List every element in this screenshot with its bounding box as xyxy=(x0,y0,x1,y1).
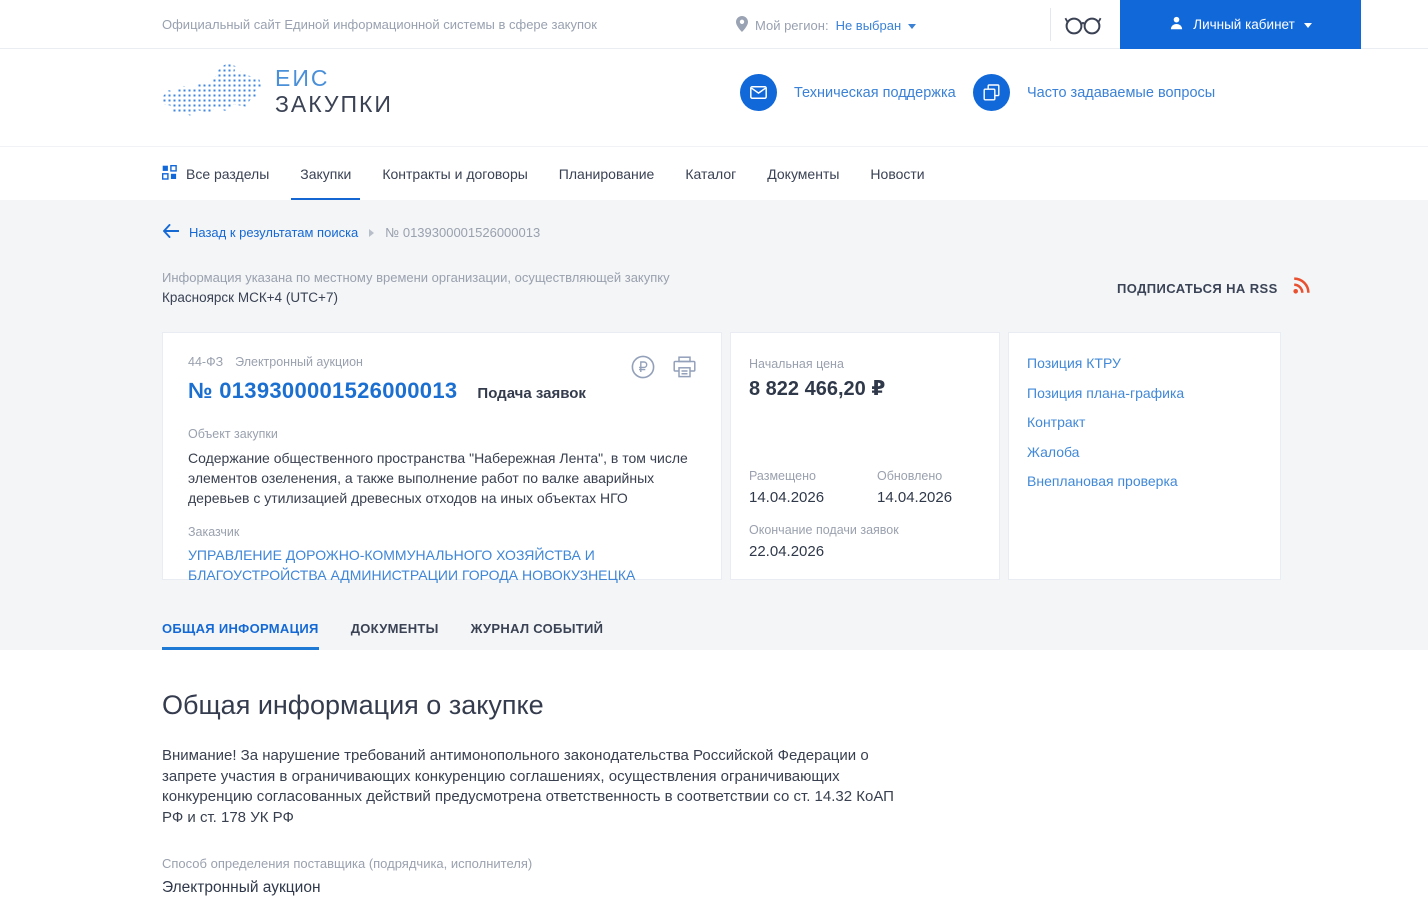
nav-items: Все разделы Закупки Контракты и договоры… xyxy=(161,147,925,201)
page-title: Общая информация о закупке xyxy=(162,690,544,720)
deadline-date: 22.04.2026 xyxy=(749,543,825,560)
tab-documents[interactable]: ДОКУМЕНТЫ xyxy=(351,606,439,650)
deadline-block: Окончание подачи заявок 22.04.2026 xyxy=(749,523,899,560)
back-to-results-link[interactable]: Назад к результатам поиска xyxy=(162,224,358,241)
purchase-number: № 0139300001526000013 xyxy=(188,378,458,403)
faq-link[interactable]: Часто задаваемые вопросы xyxy=(973,74,1215,111)
tech-support-link[interactable]: Техническая поддержка xyxy=(740,74,956,111)
mail-icon xyxy=(740,74,777,111)
object-label: Объект закупки xyxy=(188,427,278,441)
breadcrumb: Назад к результатам поиска № 01393000015… xyxy=(162,224,540,241)
nav-item-contracts[interactable]: Контракты и договоры xyxy=(382,147,527,201)
breadcrumb-separator-icon xyxy=(369,228,375,237)
rss-icon xyxy=(1293,277,1310,299)
logo-text: ЕИС ЗАКУПКИ xyxy=(275,65,393,117)
accessibility-version-button[interactable] xyxy=(1064,10,1102,40)
print-button[interactable] xyxy=(673,356,696,381)
site-header: ЕИС ЗАКУПКИ Техническая поддержка Часто … xyxy=(0,49,1428,146)
purchase-actions xyxy=(631,355,696,382)
sections-grid-icon xyxy=(161,164,177,183)
location-pin-icon xyxy=(736,16,748,35)
timezone-value: Красноярск МСК+4 (UTC+7) xyxy=(162,290,338,305)
dates-row: Размещено 14.04.2026 Обновлено 14.04.202… xyxy=(749,469,952,506)
back-link-label: Назад к результатам поиска xyxy=(189,225,359,240)
nav-item-catalog[interactable]: Каталог xyxy=(685,147,736,201)
top-utility-bar: Официальный сайт Единой информационной с… xyxy=(0,0,1428,49)
nav-item-news[interactable]: Новости xyxy=(870,147,924,201)
chevron-down-icon xyxy=(908,24,917,29)
nav-item-documents[interactable]: Документы xyxy=(767,147,839,201)
customer-link[interactable]: УПРАВЛЕНИЕ ДОРОЖНО-КОММУНАЛЬНОГО ХОЗЯЙСТ… xyxy=(188,545,696,585)
nav-item-zakupki[interactable]: Закупки xyxy=(291,147,361,201)
region-selector[interactable]: Мой регион: Не выбран xyxy=(736,16,917,35)
supplier-method-value: Электронный аукцион xyxy=(162,879,321,896)
ruble-circle-icon xyxy=(631,355,655,382)
related-links-panel: Позиция КТРУ Позиция плана-графика Контр… xyxy=(1008,332,1281,580)
price-value: 8 822 466,20 ₽ xyxy=(749,378,886,400)
purchase-summary-section: Назад к результатам поиска № 01393000015… xyxy=(0,200,1428,650)
price-label: Начальная цена xyxy=(749,357,844,371)
region-label: Мой регион: xyxy=(755,18,829,33)
updated-date-block: Обновлено 14.04.2026 xyxy=(877,469,952,506)
placed-label: Размещено xyxy=(749,469,816,483)
law-type-row: 44-ФЗ Электронный аукцион xyxy=(188,355,696,369)
russia-map-dotted-icon xyxy=(162,63,262,116)
logo-line-2: ЗАКУПКИ xyxy=(275,91,393,117)
purchase-number-row: № 0139300001526000013 Подача заявок xyxy=(188,378,696,404)
purchase-method-short: Электронный аукцион xyxy=(235,355,363,369)
purchase-main-panel: 44-ФЗ Электронный аукцион № 013930000152… xyxy=(162,332,722,583)
rss-subscribe-label: ПОДПИСАТЬСЯ НА RSS xyxy=(1117,280,1278,296)
back-arrow-icon xyxy=(162,224,180,241)
faq-label: Часто задаваемые вопросы xyxy=(1027,84,1216,101)
printer-icon xyxy=(673,356,696,381)
link-unscheduled-inspection[interactable]: Внеплановая проверка xyxy=(1027,473,1262,489)
link-plan-schedule-position[interactable]: Позиция плана-графика xyxy=(1027,385,1262,401)
nav-item-planning[interactable]: Планирование xyxy=(559,147,655,201)
placed-date-block: Размещено 14.04.2026 xyxy=(749,469,877,506)
updated-label: Обновлено xyxy=(877,469,943,483)
logo-line-1: ЕИС xyxy=(275,65,330,91)
eis-logo[interactable]: ЕИС ЗАКУПКИ xyxy=(162,63,393,119)
topbar-divider xyxy=(1050,8,1051,41)
timezone-note: Информация указана по местному времени о… xyxy=(162,270,670,285)
object-description: Содержание общественного пространства "Н… xyxy=(188,450,688,506)
rss-subscribe-link[interactable]: ПОДПИСАТЬСЯ НА RSS xyxy=(1117,277,1310,299)
detail-tabs: ОБЩАЯ ИНФОРМАЦИЯ ДОКУМЕНТЫ ЖУРНАЛ СОБЫТИ… xyxy=(162,606,603,650)
eyeglasses-icon xyxy=(1064,17,1102,40)
purchase-stage-badge: Подача заявок xyxy=(477,385,586,402)
tab-general-info[interactable]: ОБЩАЯ ИНФОРМАЦИЯ xyxy=(162,606,319,650)
main-navigation: Все разделы Закупки Контракты и договоры… xyxy=(0,146,1428,201)
region-value: Не выбран xyxy=(835,18,902,33)
chevron-down-icon xyxy=(1303,23,1312,28)
general-info-content: Общая информация о закупке Внимание! За … xyxy=(0,650,1428,908)
nav-all-sections-label: Все разделы xyxy=(186,166,270,182)
price-info-button[interactable] xyxy=(631,355,655,382)
deadline-label: Окончание подачи заявок xyxy=(749,523,899,537)
personal-cabinet-button[interactable]: Личный кабинет xyxy=(1120,0,1361,49)
user-icon xyxy=(1169,15,1184,34)
link-complaint[interactable]: Жалоба xyxy=(1027,444,1262,460)
placed-date: 14.04.2026 xyxy=(749,489,825,506)
tab-event-log[interactable]: ЖУРНАЛ СОБЫТИЙ xyxy=(471,606,604,650)
link-ktru-position[interactable]: Позиция КТРУ xyxy=(1027,355,1262,371)
breadcrumb-current: № 0139300001526000013 xyxy=(385,225,541,240)
supplier-method-label: Способ определения поставщика (подрядчик… xyxy=(162,856,533,871)
link-contract[interactable]: Контракт xyxy=(1027,414,1262,430)
tech-support-label: Техническая поддержка xyxy=(794,84,956,101)
antimonopoly-warning: Внимание! За нарушение требований антимо… xyxy=(162,747,894,826)
faq-icon xyxy=(973,74,1010,111)
law-type: 44-ФЗ xyxy=(188,355,224,369)
customer-label: Заказчик xyxy=(188,525,240,539)
official-site-label: Официальный сайт Единой информационной с… xyxy=(162,17,597,32)
updated-date: 14.04.2026 xyxy=(877,489,953,506)
purchase-price-panel: Начальная цена 8 822 466,20 ₽ Размещено … xyxy=(730,332,1000,580)
personal-cabinet-label: Личный кабинет xyxy=(1193,17,1295,32)
nav-all-sections[interactable]: Все разделы xyxy=(161,147,270,201)
